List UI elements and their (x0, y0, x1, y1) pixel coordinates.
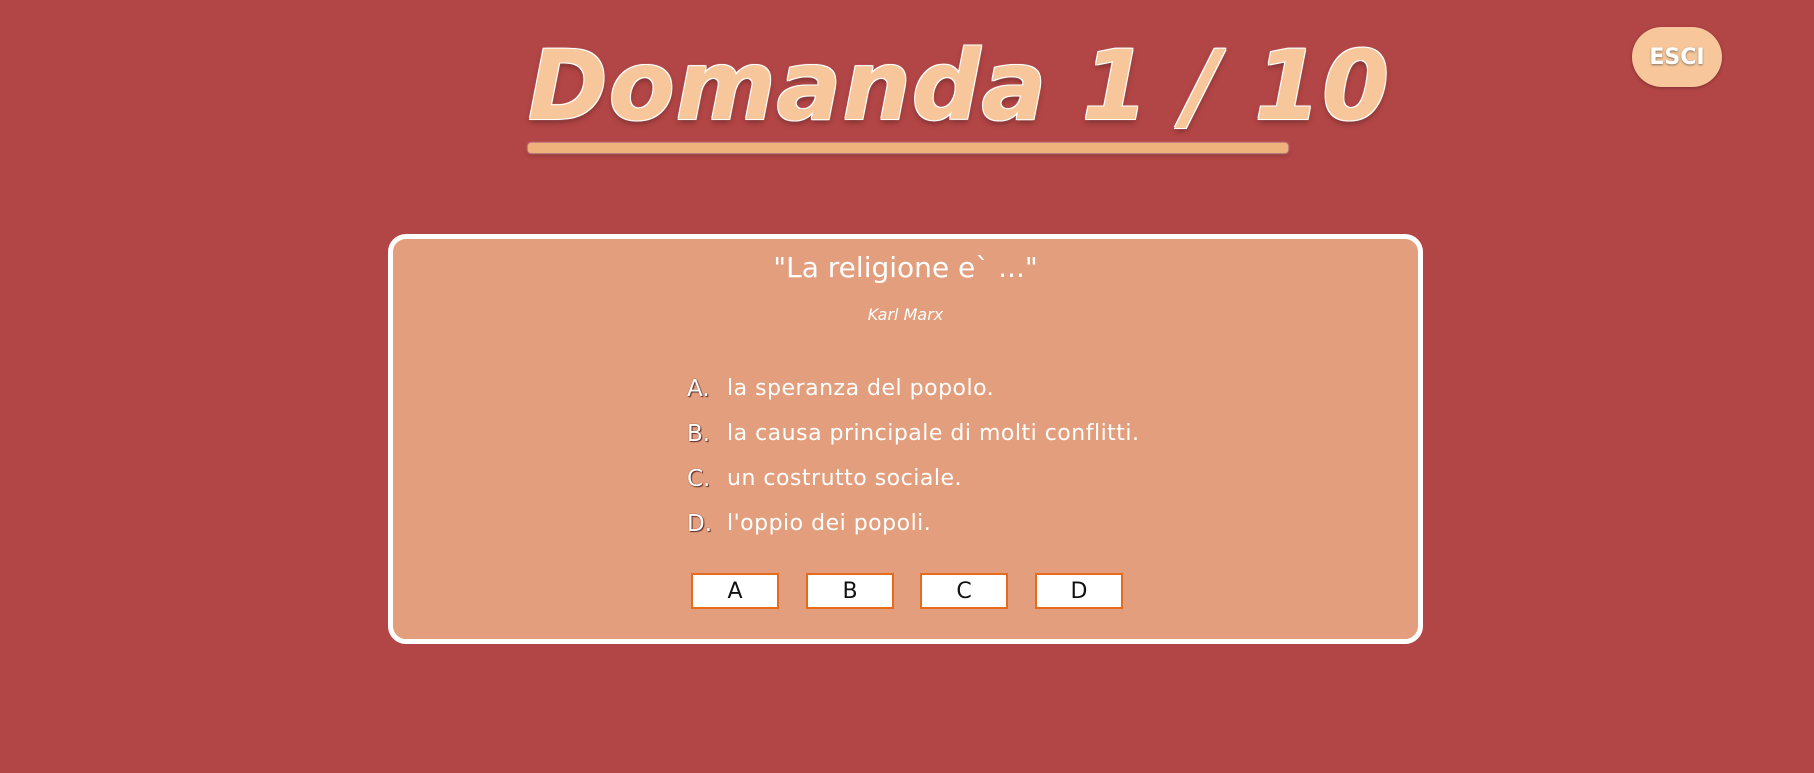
answer-text: la speranza del popolo. (727, 376, 995, 401)
question-card: "La religione e` ..." Karl Marx A. la sp… (388, 234, 1423, 644)
choice-button-label: B (842, 578, 858, 604)
choice-button-a[interactable]: A (691, 573, 779, 609)
answer-letter: A. (687, 375, 710, 402)
choice-button-b[interactable]: B (806, 573, 894, 609)
answer-option-a: A. la speranza del popolo. (687, 366, 1247, 411)
choice-button-label: A (727, 578, 743, 604)
answer-text: l'oppio dei popoli. (727, 511, 932, 536)
exit-button[interactable]: ESCI (1632, 27, 1722, 87)
answer-letter: B. (687, 420, 711, 447)
question-author: Karl Marx (867, 305, 944, 324)
answer-option-b: B. la causa principale di molti conflitt… (687, 411, 1247, 456)
answer-option-d: D. l'oppio dei popoli. (687, 501, 1247, 546)
question-text: "La religione e` ..." (773, 251, 1038, 284)
answer-letter: C. (687, 465, 711, 492)
answer-text: la causa principale di molti conflitti. (727, 421, 1140, 446)
quiz-page: Domanda 1 / 10 ESCI "La religione e` ...… (0, 0, 1814, 773)
title-underline (528, 143, 1288, 153)
title-block: Domanda 1 / 10 (528, 30, 1391, 156)
answer-letter: D. (687, 510, 713, 537)
choice-button-label: D (1070, 578, 1088, 604)
choice-button-d[interactable]: D (1035, 573, 1123, 609)
exit-button-label: ESCI (1649, 44, 1705, 70)
answer-option-c: C. un costrutto sociale. (687, 456, 1247, 501)
choice-button-label: C (956, 578, 972, 604)
answer-text: un costrutto sociale. (727, 466, 962, 491)
answer-list: A. la speranza del popolo. B. la causa p… (687, 366, 1247, 546)
page-title: Domanda 1 / 10 (528, 30, 1391, 142)
choice-button-c[interactable]: C (920, 573, 1008, 609)
